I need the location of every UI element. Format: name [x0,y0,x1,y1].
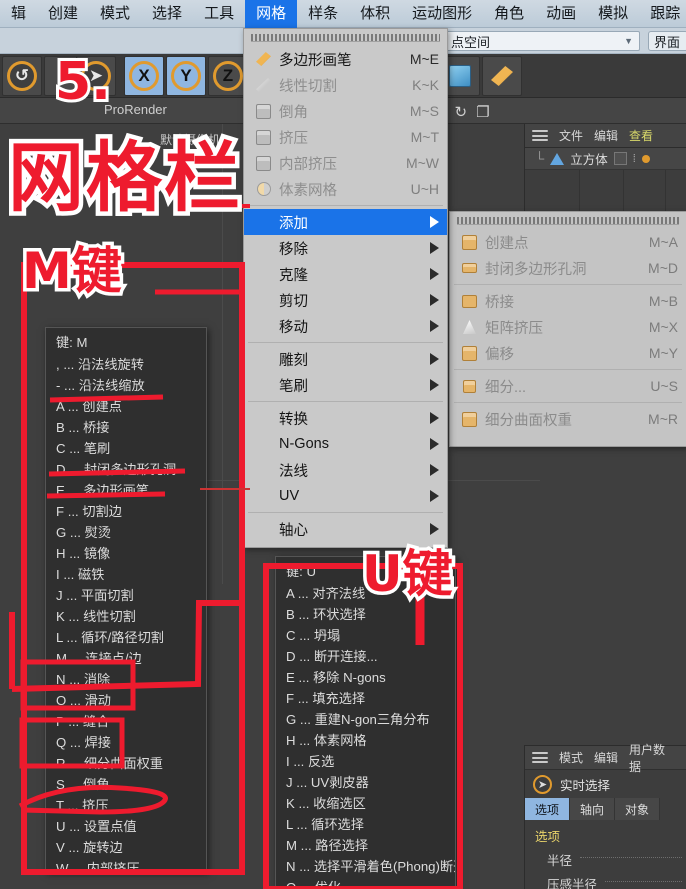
app-root: 默认摄像机 文件 编辑 查看 └ 立方体 ⁞ 模式 编辑 用户数据 ➤ 实时选择… [0,0,686,889]
annotation-overlay [9,204,463,889]
